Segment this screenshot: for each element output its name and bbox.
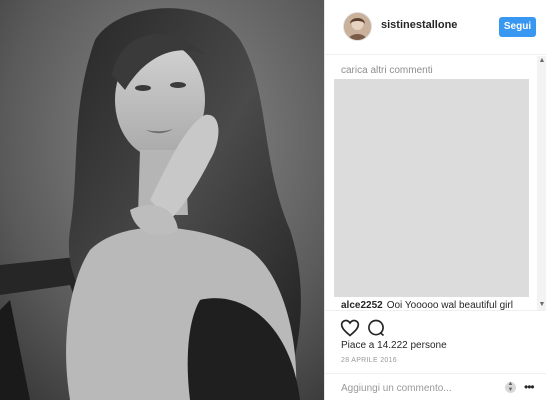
heart-icon[interactable] <box>340 318 360 338</box>
post-actions <box>325 310 546 342</box>
username-link[interactable]: sistinestallone <box>381 19 457 31</box>
comments-list: carica altri commenti alce2252 Ooi Yooooo… <box>325 56 546 310</box>
comment-username[interactable]: alce2252 <box>341 300 383 310</box>
post-details-panel: sistinestallone Segui carica altri comme… <box>324 0 546 400</box>
avatar-image <box>344 13 371 40</box>
post-photo[interactable] <box>0 0 324 400</box>
comments-scrollbar[interactable]: ▲ ▼ <box>537 56 546 310</box>
scroll-down-icon[interactable]: ▼ <box>537 300 546 310</box>
scroll-up-icon[interactable]: ▲ <box>537 56 546 66</box>
comment-icon[interactable] <box>366 318 386 338</box>
more-options-icon[interactable]: ••• <box>524 380 535 394</box>
comment-item: alce2252 Ooi Yooooo wal beautiful girl <box>341 300 531 310</box>
comment-text: Ooi Yooooo wal beautiful girl <box>386 300 513 310</box>
portrait-photo <box>0 0 324 400</box>
comments-overlay <box>334 79 529 297</box>
add-comment-section: ▲▼ ••• <box>325 373 546 400</box>
follow-button[interactable]: Segui <box>499 17 536 37</box>
comment-input[interactable] <box>341 380 511 396</box>
spinner-icon: ▲ ▼ <box>505 381 516 393</box>
load-more-comments-link[interactable]: carica altri commenti <box>341 65 433 76</box>
post-date: 28 APRILE 2016 <box>341 357 397 364</box>
avatar[interactable] <box>344 13 371 40</box>
likes-count[interactable]: Piace a 14.222 persone <box>341 340 447 351</box>
post-header: sistinestallone Segui <box>325 0 546 55</box>
